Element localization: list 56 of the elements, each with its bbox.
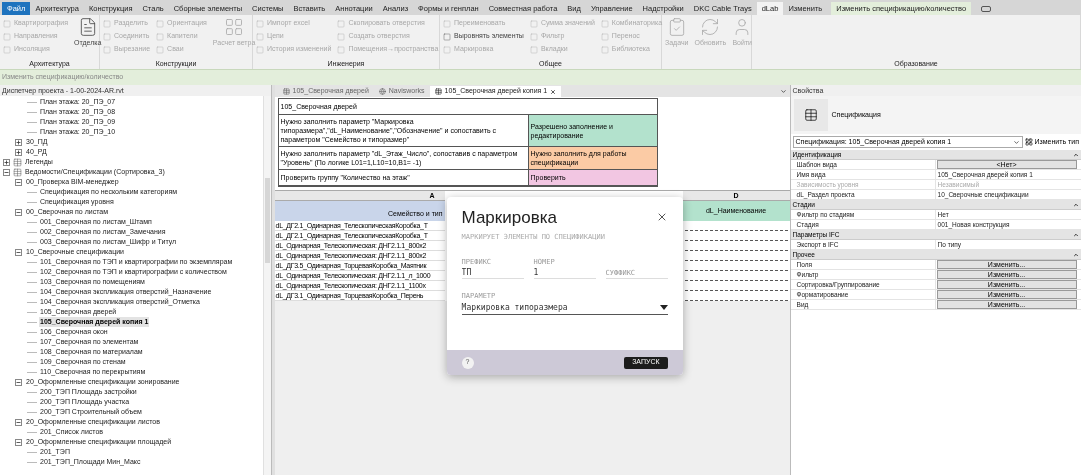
table-icon bbox=[282, 88, 290, 95]
square-icon bbox=[3, 45, 11, 54]
square-icon bbox=[256, 32, 264, 41]
square-icon bbox=[3, 32, 11, 41]
table-icon bbox=[434, 88, 442, 95]
table-icon bbox=[13, 157, 22, 167]
square-icon bbox=[156, 32, 165, 41]
square-icon bbox=[529, 45, 538, 54]
dropdown-icon bbox=[659, 305, 668, 310]
grid-icon bbox=[224, 17, 245, 37]
square-icon bbox=[103, 19, 111, 28]
collapse-icon[interactable] bbox=[15, 418, 22, 426]
square-icon bbox=[529, 19, 538, 28]
square-icon bbox=[156, 45, 165, 54]
collapse-icon[interactable] bbox=[15, 248, 22, 256]
square-icon bbox=[600, 45, 609, 54]
collapse-icon[interactable] bbox=[1073, 231, 1079, 238]
dropdown-icon[interactable] bbox=[779, 88, 787, 95]
square-icon bbox=[337, 45, 346, 54]
expand-icon[interactable] bbox=[15, 138, 22, 146]
square-icon bbox=[337, 32, 346, 41]
square-icon bbox=[156, 19, 165, 28]
table-icon bbox=[803, 108, 818, 122]
dropdown-icon bbox=[1012, 138, 1020, 146]
collapse-icon[interactable] bbox=[15, 438, 22, 446]
expand-icon[interactable] bbox=[15, 148, 22, 156]
dialog-title: Маркировка bbox=[461, 207, 557, 229]
square-icon bbox=[443, 45, 451, 54]
collapse-icon[interactable] bbox=[15, 378, 22, 386]
square-icon bbox=[256, 19, 264, 28]
square-icon bbox=[443, 19, 451, 28]
collapse-icon[interactable] bbox=[15, 178, 22, 186]
square-icon bbox=[600, 32, 609, 41]
square-icon bbox=[103, 32, 111, 41]
expand-icon[interactable] bbox=[3, 158, 10, 166]
collapse-icon[interactable] bbox=[1073, 151, 1079, 158]
refresh-icon bbox=[700, 17, 721, 37]
table-icon bbox=[13, 167, 22, 177]
square-icon bbox=[337, 19, 346, 28]
square-icon bbox=[256, 45, 264, 54]
text-field[interactable]: 1 bbox=[533, 267, 596, 279]
globe-icon bbox=[378, 88, 386, 95]
square-icon bbox=[600, 19, 609, 28]
close-icon[interactable] bbox=[550, 88, 557, 95]
collapse-icon[interactable] bbox=[3, 168, 10, 176]
grid-icon bbox=[1024, 138, 1033, 146]
select-field[interactable]: Маркировка типоразмера bbox=[461, 301, 668, 315]
collapse-icon[interactable] bbox=[1073, 201, 1079, 208]
square-icon bbox=[529, 32, 538, 41]
square-icon bbox=[103, 45, 111, 54]
text-field[interactable]: ТП bbox=[461, 267, 524, 279]
collapse-icon[interactable] bbox=[15, 208, 22, 216]
collapse-icon[interactable] bbox=[1073, 251, 1079, 258]
scrollbar[interactable] bbox=[262, 96, 271, 475]
square-icon bbox=[443, 32, 451, 41]
square-icon bbox=[3, 19, 11, 28]
